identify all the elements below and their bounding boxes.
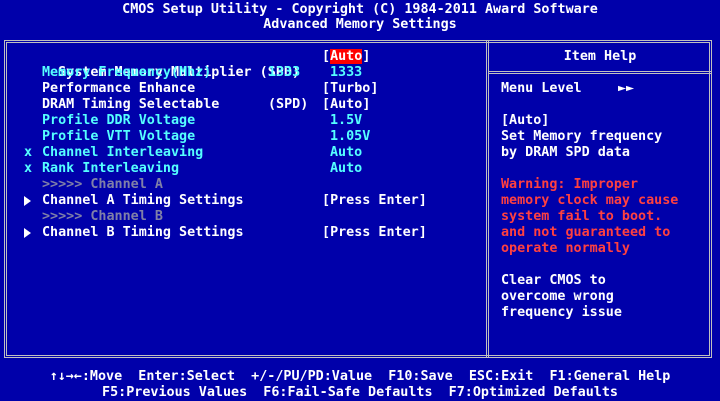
setting-value-rank-interleaving: Auto: [330, 161, 363, 176]
warning-line: Warning: Improper: [501, 177, 639, 192]
setting-value-dram-timing-selectable[interactable]: [Auto]: [322, 97, 370, 113]
help-line: by DRAM SPD data: [501, 145, 630, 160]
value-text: Press Enter: [330, 225, 419, 240]
value-text: Press Enter: [330, 193, 419, 208]
section-header-channel-a: >>>>> Channel A: [42, 177, 163, 192]
utility-title: CMOS Setup Utility - Copyright (C) 1984-…: [122, 2, 598, 17]
warning-line: operate normally: [501, 241, 630, 256]
clear-cmos-line: overcome wrong: [501, 289, 614, 304]
value-text: Turbo: [330, 81, 371, 96]
submenu-value-channel-b[interactable]: [Press Enter]: [322, 225, 427, 241]
help-line: Set Memory frequency: [501, 129, 663, 144]
warning-line: and not guaranteed to: [501, 225, 671, 240]
footer-keys-line2: F5:Previous Values F6:Fail-Safe Defaults…: [102, 385, 618, 400]
help-title-divider: [489, 71, 711, 74]
menu-level-arrows-icon: ►►: [618, 81, 635, 96]
submenu-arrow-icon: [24, 196, 31, 206]
clear-cmos-line: frequency issue: [501, 305, 622, 320]
setting-label-profile-vtt-voltage: Profile VTT Voltage: [42, 129, 196, 144]
menu-level-label: Menu Level: [501, 81, 582, 96]
submenu-arrow-icon: [24, 228, 31, 238]
value-text: Auto: [330, 97, 363, 112]
setting-extra-memory-frequency: 1333: [268, 65, 301, 80]
setting-label-profile-ddr-voltage: Profile DDR Voltage: [42, 113, 196, 128]
setting-label-rank-interleaving: Rank Interleaving: [42, 161, 180, 176]
help-title: Item Help: [563, 49, 637, 64]
page-title: Advanced Memory Settings: [263, 17, 457, 32]
setting-extra-dram-timing: (SPD): [268, 97, 309, 112]
section-header-channel-b: >>>>> Channel B: [42, 209, 163, 224]
help-line: [Auto]: [501, 113, 550, 128]
setting-value-system-memory-multiplier[interactable]: [Auto]: [322, 49, 370, 65]
panel-divider: [486, 40, 489, 358]
setting-label-performance-enhance[interactable]: Performance Enhance: [42, 81, 195, 97]
setting-label-memory-frequency: Memory Frequency(Mhz): [42, 65, 212, 80]
setting-value-memory-frequency: 1333: [330, 65, 363, 80]
submenu-channel-b-timing[interactable]: Channel B Timing Settings: [42, 225, 244, 241]
setting-value-profile-vtt-voltage: 1.05V: [330, 129, 371, 144]
warning-line: system fail to boot.: [501, 209, 663, 224]
disabled-marker: x: [24, 145, 33, 160]
submenu-channel-a-timing[interactable]: Channel A Timing Settings: [42, 193, 244, 209]
selected-value: Auto: [330, 49, 363, 64]
warning-line: memory clock may cause: [501, 193, 679, 208]
clear-cmos-line: Clear CMOS to: [501, 273, 606, 288]
disabled-marker: x: [24, 161, 33, 176]
setting-value-profile-ddr-voltage: 1.5V: [330, 113, 363, 128]
setting-value-channel-interleaving: Auto: [330, 145, 363, 160]
setting-label-dram-timing-selectable[interactable]: DRAM Timing Selectable: [42, 97, 219, 113]
submenu-value-channel-a[interactable]: [Press Enter]: [322, 193, 427, 209]
footer-keys-line1: ↑↓→←:Move Enter:Select +/-/PU/PD:Value F…: [49, 369, 671, 384]
setting-value-performance-enhance[interactable]: [Turbo]: [322, 81, 378, 97]
setting-label-channel-interleaving: Channel Interleaving: [42, 145, 204, 160]
